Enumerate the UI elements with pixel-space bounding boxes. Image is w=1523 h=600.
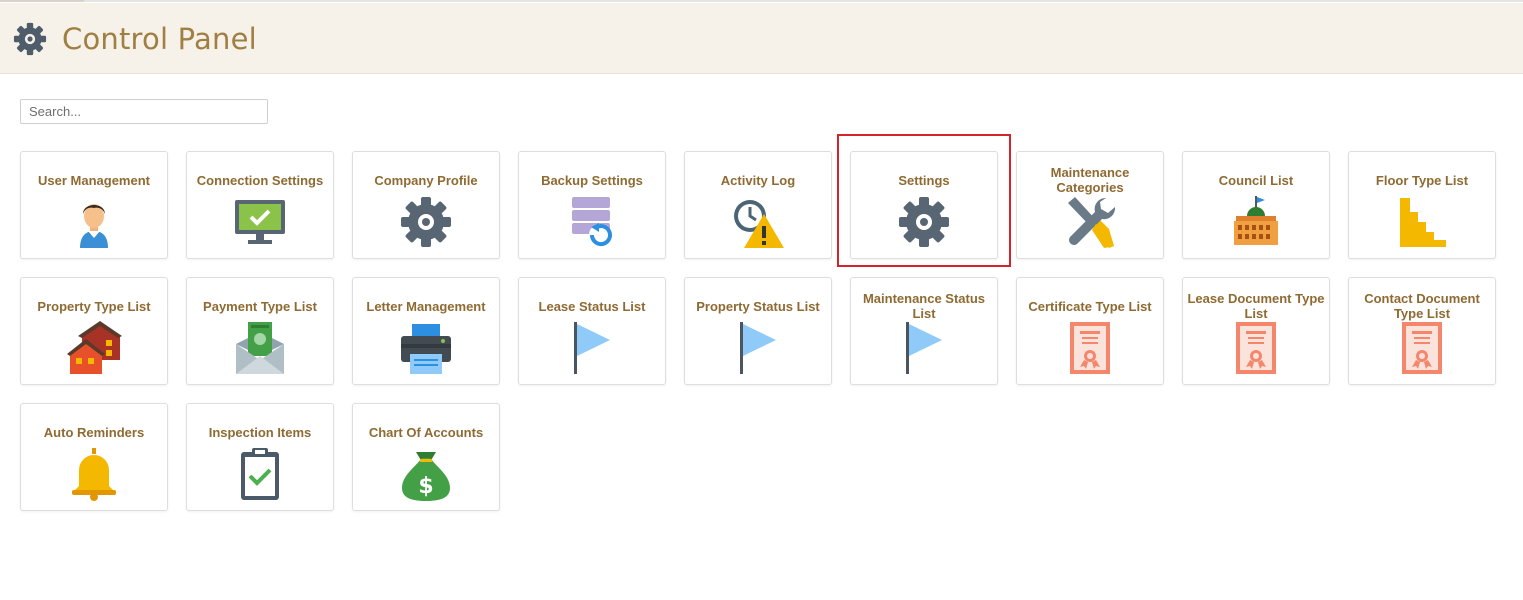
tile-council-list[interactable]: Council List <box>1182 151 1330 259</box>
clock-warning-icon <box>730 194 786 250</box>
government-building-icon <box>1228 194 1284 250</box>
tile-chart-of-accounts[interactable]: Chart Of Accounts $ <box>352 403 500 511</box>
tile-company-profile[interactable]: Company Profile <box>352 151 500 259</box>
tile-auto-reminders[interactable]: Auto Reminders <box>20 403 168 511</box>
tile-lease-document-type-list[interactable]: Lease Document Type List <box>1182 277 1330 385</box>
user-icon <box>66 194 122 250</box>
tile-contact-document-type-list[interactable]: Contact Document Type List <box>1348 277 1496 385</box>
database-restore-icon <box>564 194 620 250</box>
svg-text:$: $ <box>418 474 433 499</box>
tile-backup-settings[interactable]: Backup Settings <box>518 151 666 259</box>
search-input[interactable] <box>20 99 268 124</box>
tile-certificate-type-list[interactable]: Certificate Type List <box>1016 277 1164 385</box>
tab-indicator <box>0 0 84 2</box>
flag-icon <box>564 320 620 376</box>
stairs-icon <box>1394 194 1450 250</box>
tile-settings[interactable]: Settings <box>850 151 998 259</box>
flag-icon <box>730 320 786 376</box>
flag-icon <box>896 320 952 376</box>
certificate-icon <box>1062 320 1118 376</box>
gear-icon <box>12 21 48 57</box>
tile-payment-type-list[interactable]: Payment Type List <box>186 277 334 385</box>
tile-activity-log[interactable]: Activity Log <box>684 151 832 259</box>
tile-maintenance-status-list[interactable]: Maintenance Status List <box>850 277 998 385</box>
printer-icon <box>398 320 454 376</box>
clipboard-check-icon <box>232 446 288 502</box>
certificate-icon <box>1228 320 1284 376</box>
tile-maintenance-categories[interactable]: Maintenance Categories <box>1016 151 1164 259</box>
bell-icon <box>66 446 122 502</box>
page-header: Control Panel <box>0 3 1523 74</box>
houses-icon <box>66 320 122 376</box>
page-title: Control Panel <box>62 22 257 56</box>
tile-property-status-list[interactable]: Property Status List <box>684 277 832 385</box>
monitor-check-icon <box>232 194 288 250</box>
tile-floor-type-list[interactable]: Floor Type List <box>1348 151 1496 259</box>
tile-lease-status-list[interactable]: Lease Status List <box>518 277 666 385</box>
tile-letter-management[interactable]: Letter Management <box>352 277 500 385</box>
tile-inspection-items[interactable]: Inspection Items <box>186 403 334 511</box>
money-envelope-icon <box>232 320 288 376</box>
gear-icon <box>896 194 952 250</box>
top-border <box>0 0 1523 2</box>
tools-icon <box>1062 194 1118 250</box>
money-bag-icon: $ <box>398 446 454 502</box>
tile-connection-settings[interactable]: Connection Settings <box>186 151 334 259</box>
gear-icon <box>398 194 454 250</box>
tile-user-management[interactable]: User Management <box>20 151 168 259</box>
certificate-icon <box>1394 320 1450 376</box>
tile-property-type-list[interactable]: Property Type List <box>20 277 168 385</box>
